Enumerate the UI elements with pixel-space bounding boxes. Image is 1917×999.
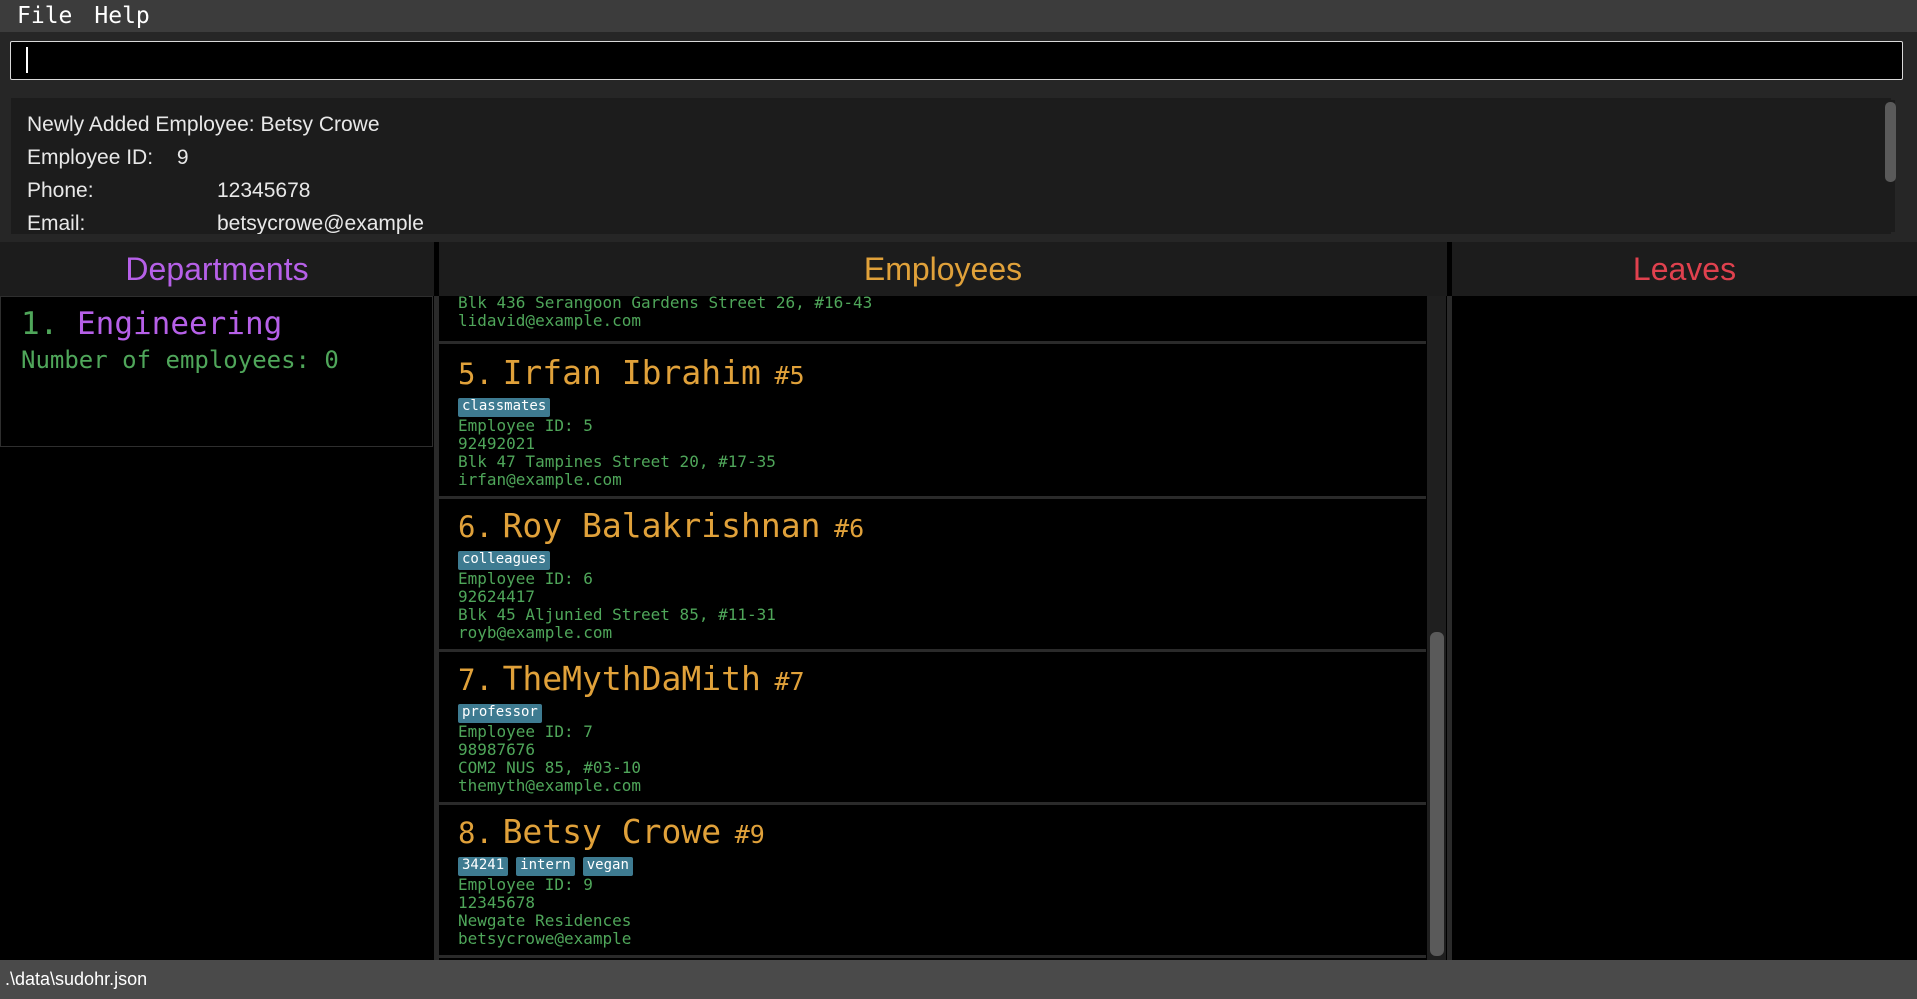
text-caret: [26, 47, 28, 73]
employees-header: Employees: [439, 242, 1447, 296]
leaves-title: Leaves: [1632, 250, 1737, 287]
menu-help[interactable]: Help: [84, 3, 161, 29]
employee-id-tag: #9: [734, 820, 765, 849]
employee-address: COM2 NUS 85, #03-10: [458, 758, 642, 777]
employee-id-tag: #7: [774, 667, 805, 696]
employee-email: themyth@example.com: [458, 776, 642, 795]
employee-address: Blk 436 Serangoon Gardens Street 26, #16…: [458, 296, 873, 312]
result-display: Newly Added Employee: Betsy Crowe Employ…: [11, 98, 1891, 234]
employees-title: Employees: [863, 250, 1023, 287]
employee-tags: classmates: [458, 398, 1407, 417]
employee-card[interactable]: 7. TheMythDaMith #7 professor Employee I…: [439, 655, 1426, 805]
employee-tags: professor: [458, 704, 1407, 723]
result-line-id: Employee ID: 9: [27, 141, 1875, 174]
department-index: 1.: [21, 306, 59, 342]
employee-title: 5. Irfan Ibrahim #5: [458, 349, 1407, 396]
departments-header: Departments: [0, 242, 434, 296]
tag-badge: colleagues: [458, 551, 551, 570]
employee-address: Blk 45 Aljunied Street 85, #11-31: [458, 605, 776, 624]
result-area: Newly Added Employee: Betsy Crowe Employ…: [0, 90, 1917, 242]
employee-card[interactable]: 6. Roy Balakrishnan #6 colleagues Employ…: [439, 502, 1426, 652]
leaves-list: [1452, 296, 1917, 960]
employee-card[interactable]: 5. Irfan Ibrahim #5 classmates Employee …: [439, 349, 1426, 499]
result-id-value: 9: [176, 146, 189, 169]
employee-index: 6.: [458, 510, 493, 544]
result-phone-label: Phone:: [27, 179, 94, 202]
department-name-row: 1. Engineering: [21, 303, 412, 345]
menu-bar: File Help: [0, 0, 1917, 32]
data-file-path: .\data\sudohr.json: [5, 969, 148, 989]
employee-email: royb@example.com: [458, 623, 613, 642]
result-line-added: Newly Added Employee: Betsy Crowe: [27, 113, 380, 136]
department-employee-count: Number of employees: 0: [21, 346, 339, 374]
employee-name: Irfan Ibrahim: [502, 353, 761, 392]
result-scrollbar-thumb[interactable]: [1885, 102, 1896, 182]
employee-phone: 12345678: [458, 893, 536, 912]
employees-scrollbar-thumb[interactable]: [1430, 632, 1444, 956]
leaves-header: Leaves: [1452, 242, 1917, 296]
employee-title: 6. Roy Balakrishnan #6: [458, 502, 1407, 549]
employee-id: Employee ID: 5: [458, 416, 593, 435]
employee-index: 8.: [458, 816, 493, 850]
employee-tags: colleagues: [458, 551, 1407, 570]
employee-id-tag: #6: [834, 514, 865, 543]
employee-id: Employee ID: 9: [458, 875, 593, 894]
tag-badge: intern: [516, 857, 575, 876]
employee-phone: 92492021: [458, 434, 536, 453]
employee-phone: 92624417: [458, 587, 536, 606]
employee-email: betsycrowe@example: [458, 929, 632, 948]
employee-address: Blk 47 Tampines Street 20, #17-35: [458, 452, 776, 471]
status-bar: .\data\sudohr.json: [0, 960, 1917, 999]
command-area: [0, 32, 1917, 90]
tag-badge: professor: [458, 704, 542, 723]
employee-id: Employee ID: 6: [458, 569, 593, 588]
employee-card-partial[interactable]: Blk 436 Serangoon Gardens Street 26, #16…: [439, 296, 1426, 344]
employee-card[interactable]: 8. Betsy Crowe #9 34241 intern vegan Emp…: [439, 808, 1426, 958]
departments-list: 1. Engineering Number of employees: 0: [0, 296, 434, 960]
department-card[interactable]: 1. Engineering Number of employees: 0: [0, 296, 433, 447]
employee-index: 5.: [458, 357, 493, 391]
result-phone-value: 12345678: [217, 179, 311, 202]
department-name: Engineering: [77, 306, 283, 342]
result-email-label: Email:: [27, 212, 86, 234]
employee-address: Newgate Residences: [458, 911, 632, 930]
employee-id-tag: #5: [774, 361, 805, 390]
result-email-value: betsycrowe@example: [217, 212, 424, 234]
employee-id: Employee ID: 7: [458, 722, 593, 741]
employee-name: TheMythDaMith: [502, 659, 761, 698]
employee-name: Betsy Crowe: [502, 812, 722, 851]
tag-badge: 34241: [458, 857, 509, 876]
employee-email: irfan@example.com: [458, 470, 622, 489]
command-input[interactable]: [10, 41, 1903, 80]
departments-title: Departments: [125, 250, 309, 287]
result-line-email: Email: betsycrowe@example: [27, 207, 1875, 234]
employees-list: Blk 436 Serangoon Gardens Street 26, #16…: [439, 296, 1447, 960]
employee-email: lidavid@example.com: [458, 311, 642, 330]
menu-file[interactable]: File: [0, 3, 84, 29]
tag-badge: classmates: [458, 398, 551, 417]
employee-tags: 34241 intern vegan: [458, 857, 1407, 876]
result-id-label: Employee ID:: [27, 146, 154, 169]
employee-index: 7.: [458, 663, 493, 697]
employee-phone: 98987676: [458, 740, 536, 759]
employee-name: Roy Balakrishnan: [502, 506, 821, 545]
employee-title: 8. Betsy Crowe #9: [458, 808, 1407, 855]
tag-badge: vegan: [582, 857, 633, 876]
result-line-phone: Phone: 12345678: [27, 174, 1875, 207]
employee-title: 7. TheMythDaMith #7: [458, 655, 1407, 702]
